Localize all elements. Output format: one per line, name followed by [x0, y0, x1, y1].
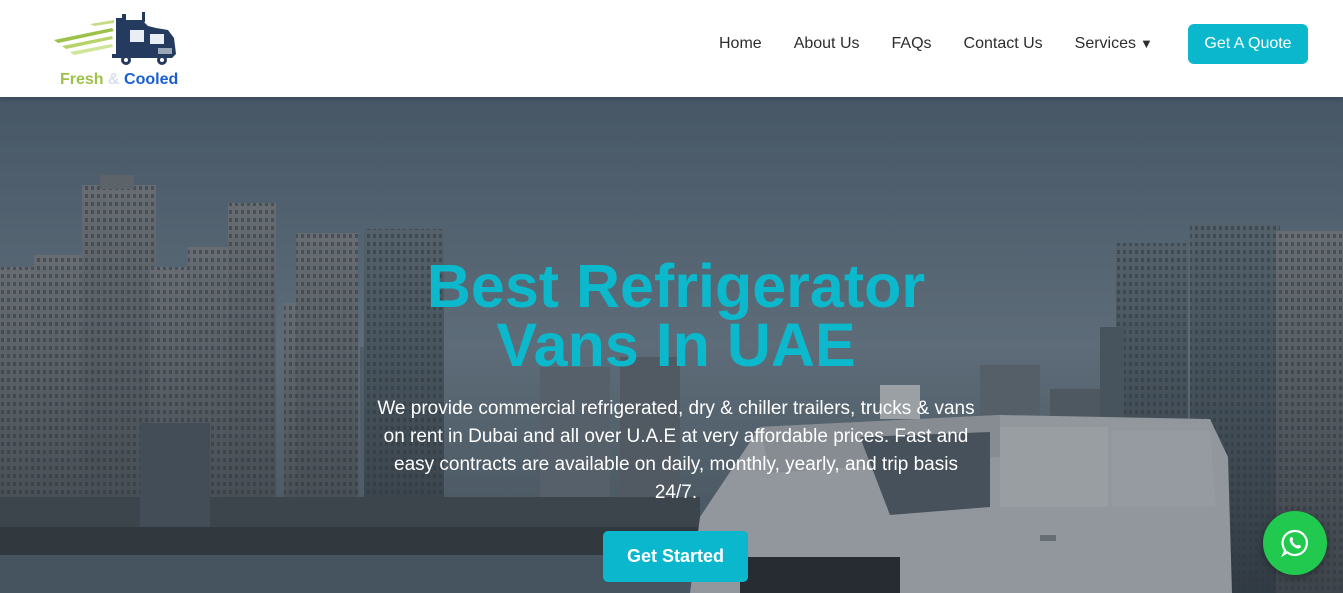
logo-wordmark: Fresh & Cooled	[60, 71, 178, 89]
hero-section: Best Refrigerator Vans In UAE We provide…	[0, 97, 1343, 593]
hero-title: Best Refrigerator Vans In UAE	[376, 256, 976, 376]
get-a-quote-button[interactable]: Get A Quote	[1188, 24, 1308, 64]
logo-word-fresh: Fresh	[60, 71, 104, 88]
truck-logo-icon	[54, 12, 176, 65]
main-nav: Home About Us FAQs Contact Us Services ▼	[719, 33, 1153, 55]
site-logo[interactable]: Fresh & Cooled	[50, 10, 190, 92]
nav-about-us[interactable]: About Us	[794, 35, 860, 53]
nav-services[interactable]: Services ▼	[1075, 35, 1153, 53]
nav-faqs[interactable]: FAQs	[892, 35, 932, 53]
site-header: Fresh & Cooled Home About Us FAQs Contac…	[0, 0, 1343, 97]
nav-contact-us[interactable]: Contact Us	[964, 35, 1043, 53]
nav-home[interactable]: Home	[719, 35, 762, 53]
logo-ampersand: &	[108, 71, 120, 88]
hero-title-line2: Vans In UAE	[496, 311, 856, 379]
whatsapp-icon	[1281, 529, 1308, 558]
hero-title-line1: Best Refrigerator	[426, 252, 926, 320]
whatsapp-chat-button[interactable]	[1263, 511, 1327, 575]
get-started-button[interactable]: Get Started	[603, 531, 748, 582]
hero-description: We provide commercial refrigerated, dry …	[377, 398, 975, 503]
logo-word-cooled: Cooled	[124, 71, 179, 88]
nav-services-label: Services	[1074, 35, 1137, 52]
caret-down-icon: ▼	[1140, 36, 1153, 51]
